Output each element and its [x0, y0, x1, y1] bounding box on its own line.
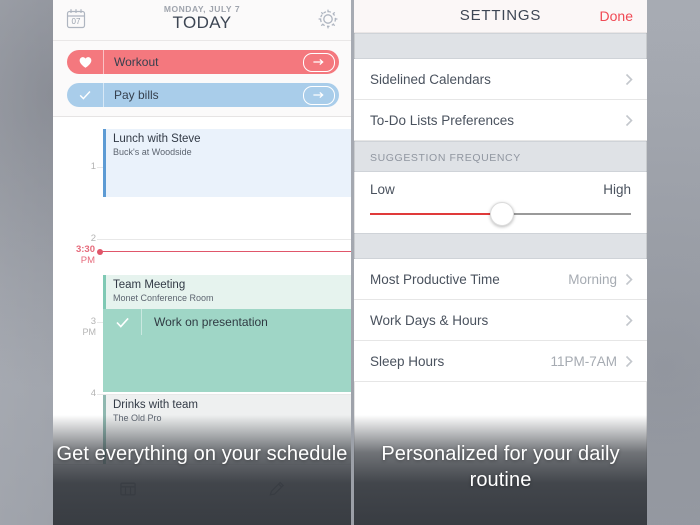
event-title: Team Meeting	[113, 279, 186, 291]
event-title: Lunch with Steve	[113, 133, 201, 145]
row-label: Sidelined Calendars	[370, 71, 491, 87]
settings-screen-panel: SETTINGS Done Sidelined Calendars To-Do …	[354, 0, 647, 525]
chevron-right-icon	[625, 355, 633, 367]
frequency-slider-track[interactable]	[370, 202, 631, 226]
right-caption-text: Personalized for your daily routine	[381, 443, 620, 491]
settings-row-work-days-hours[interactable]: Work Days & Hours	[354, 300, 647, 341]
bottom-toolbar	[53, 464, 351, 513]
suggestion-label: Pay bills	[114, 88, 159, 102]
calendar-event-team-meeting[interactable]: Team Meeting Monet Conference Room	[103, 275, 351, 309]
arrow-right-icon[interactable]	[303, 52, 335, 72]
current-time-dot	[97, 249, 103, 255]
suggestion-pills: Workout Pay bills	[53, 41, 351, 117]
settings-header: SETTINGS Done	[354, 0, 647, 33]
done-button[interactable]: Done	[600, 8, 633, 24]
page-title: TODAY	[172, 13, 232, 32]
current-time-label: 3:30 PM	[55, 244, 95, 266]
hour-label-text: 3	[90, 316, 96, 327]
settings-row-sleep-hours[interactable]: Sleep Hours 11PM-7AM	[354, 341, 647, 382]
event-color-bar	[103, 129, 106, 197]
suggestion-frequency-section-header: SUGGESTION FREQUENCY	[354, 141, 647, 172]
schedule-header: 07 MONDAY, JULY 7 TODAY	[53, 0, 351, 41]
settings-row-sidelined-calendars[interactable]: Sidelined Calendars	[354, 59, 647, 100]
calendar-event-lunch[interactable]: Lunch with Steve Buck's at Woodside	[103, 129, 351, 197]
hour-label-text: 1	[90, 161, 96, 172]
heart-icon	[67, 50, 104, 74]
suggestion-label: Workout	[114, 55, 159, 69]
toolbar-calendar-button[interactable]	[53, 479, 202, 499]
toolbar-compose-button[interactable]	[202, 479, 351, 499]
current-time-line	[99, 251, 351, 252]
hour-label-text: 2	[90, 233, 96, 244]
suggestion-pill-workout[interactable]: Workout	[67, 50, 339, 74]
screenshot-stage: 07 MONDAY, JULY 7 TODAY Workout Pay bill…	[0, 0, 700, 525]
calendar-todo-block[interactable]: Work on presentation	[103, 309, 351, 392]
caption-gradient	[354, 415, 647, 525]
row-label: Sleep Hours	[370, 353, 445, 369]
right-caption-overlay: Personalized for your daily routine	[354, 415, 647, 525]
current-time-ampm: PM	[80, 255, 95, 266]
hour-label-ampm: PM	[82, 327, 97, 337]
schedule-screen-panel: 07 MONDAY, JULY 7 TODAY Workout Pay bill…	[53, 0, 351, 525]
row-label: To-Do Lists Preferences	[370, 112, 515, 128]
pencil-icon	[268, 481, 284, 496]
arrow-right-icon[interactable]	[303, 85, 335, 105]
row-label: Most Productive Time	[370, 271, 500, 287]
current-time-text: 3:30	[75, 244, 95, 255]
frequency-slider-thumb[interactable]	[489, 202, 514, 226]
row-value: Morning	[568, 271, 617, 287]
suggestion-frequency-control: Low High	[354, 172, 647, 233]
hour-label: 4	[56, 388, 96, 399]
hour-gridline	[97, 239, 351, 240]
settings-row-most-productive-time[interactable]: Most Productive Time Morning	[354, 259, 647, 300]
event-subtitle: The Old Pro	[113, 413, 162, 423]
gear-icon[interactable]	[315, 6, 341, 32]
slider-high-label: High	[603, 182, 631, 197]
event-color-bar	[103, 395, 106, 467]
suggestion-pill-pay-bills[interactable]: Pay bills	[67, 83, 339, 107]
check-icon[interactable]	[103, 309, 142, 335]
event-color-bar	[103, 275, 106, 309]
event-subtitle: Monet Conference Room	[113, 293, 214, 303]
row-value: 11PM-7AM	[550, 353, 617, 369]
slider-low-label: Low	[370, 182, 395, 197]
calendar-day-grid[interactable]: 1 2 3 PM 4 Lunch with Steve Buck's at Wo…	[53, 117, 351, 513]
row-label: Work Days & Hours	[370, 312, 489, 328]
hour-label-text: 4	[90, 388, 96, 399]
calendar-event-drinks[interactable]: Drinks with team The Old Pro	[103, 395, 351, 467]
settings-row-todo-preferences[interactable]: To-Do Lists Preferences	[354, 100, 647, 141]
event-subtitle: Buck's at Woodside	[113, 147, 192, 157]
frequency-slider-fill	[370, 213, 501, 215]
todo-label: Work on presentation	[154, 315, 268, 329]
chevron-right-icon	[625, 273, 633, 285]
chevron-right-icon	[625, 73, 633, 85]
settings-section-spacer	[354, 233, 647, 259]
settings-section-spacer	[354, 33, 647, 59]
hour-label: 1	[56, 161, 96, 172]
event-title: Drinks with team	[113, 399, 198, 411]
chevron-right-icon	[625, 314, 633, 326]
chevron-right-icon	[625, 114, 633, 126]
calendar-icon	[119, 482, 136, 496]
hour-label: 3 PM	[56, 316, 97, 338]
check-icon	[67, 83, 104, 107]
slider-end-labels: Low High	[370, 182, 631, 197]
hour-label: 2	[56, 233, 96, 244]
